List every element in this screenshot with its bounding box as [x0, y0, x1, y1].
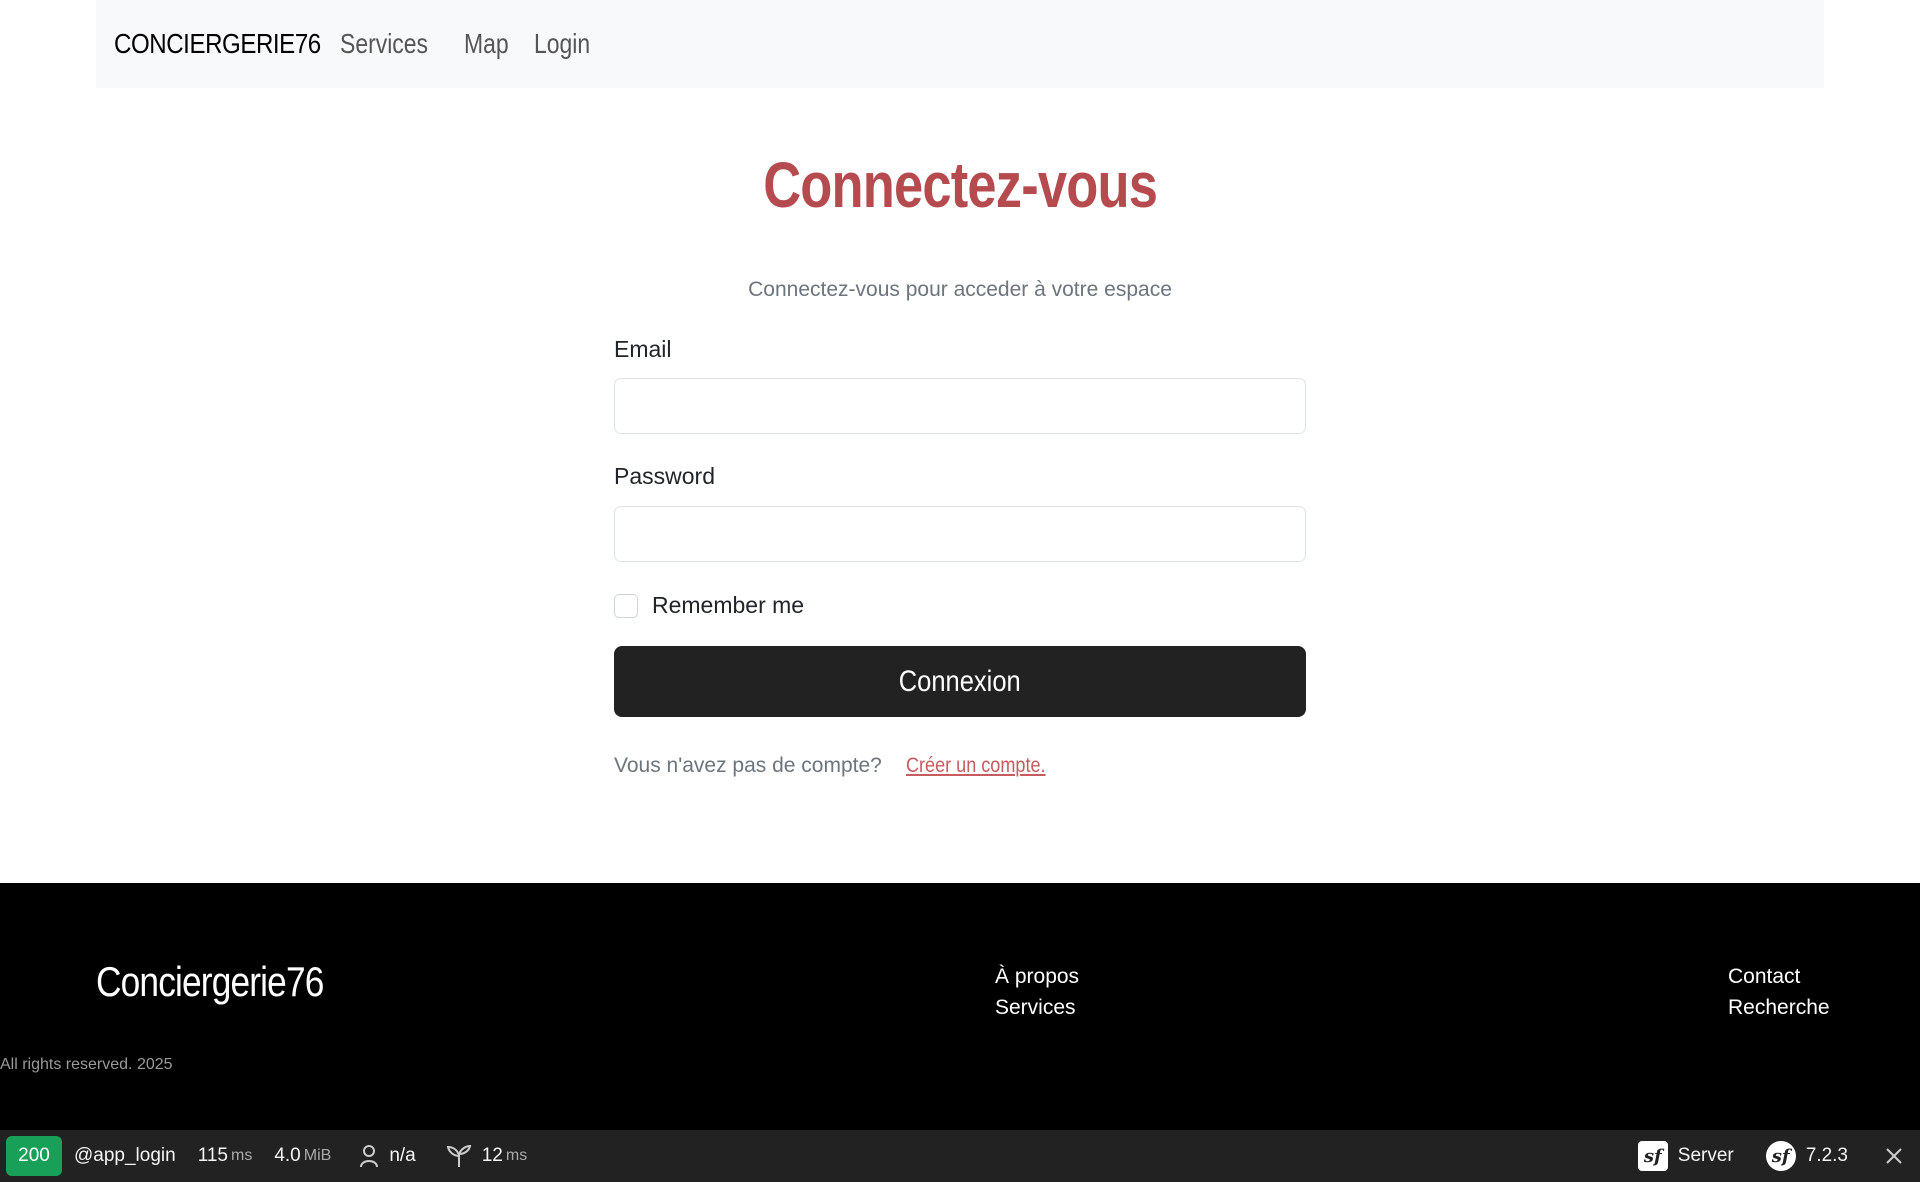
memory-unit: MiB — [303, 1147, 332, 1164]
memory-value: 4.0 — [274, 1145, 301, 1166]
footer-links-col-1: À propos Services — [995, 961, 1079, 1023]
remember-me-checkbox[interactable] — [614, 593, 638, 618]
login-submit-label: Connexion — [899, 664, 1021, 698]
twig-unit: ms — [505, 1147, 528, 1164]
status-badge[interactable]: 200 — [6, 1136, 62, 1176]
nav-link-login[interactable]: Login — [534, 28, 590, 60]
user-item[interactable]: n/a — [359, 1130, 416, 1182]
page-subtitle: Connectez-vous pour acceder à votre espa… — [748, 278, 1172, 301]
symfony-logo-icon: sf — [1637, 1141, 1668, 1171]
symfony-version: 7.2.3 — [1805, 1145, 1848, 1166]
no-account-text: Vous n'avez pas de compte? — [614, 754, 882, 777]
footer-link-services[interactable]: Services — [995, 992, 1079, 1023]
footer-links-col-2: Contact Recherche — [1728, 961, 1830, 1023]
footer-link-about[interactable]: À propos — [995, 961, 1079, 992]
nav-link-services[interactable]: Services — [340, 28, 428, 60]
symfony-logo-icon: sf — [1765, 1141, 1796, 1171]
user-icon — [359, 1144, 379, 1168]
login-submit-button[interactable]: Connexion — [614, 646, 1306, 717]
time-item[interactable]: 115 ms — [198, 1130, 253, 1182]
route-item[interactable]: @app_login — [74, 1130, 176, 1182]
debug-toolbar: 200 @app_login 115 ms 4.0 MiB n/a 12 ms — [0, 1130, 1920, 1182]
email-field[interactable] — [614, 378, 1306, 434]
time-unit: ms — [231, 1147, 253, 1164]
twig-icon — [446, 1144, 472, 1168]
password-field[interactable] — [614, 506, 1306, 562]
server-label: Server — [1677, 1145, 1734, 1166]
email-label: Email — [614, 336, 672, 362]
create-account-link[interactable]: Créer un compte. — [906, 754, 1046, 778]
remember-me-row: Remember me — [614, 592, 804, 619]
top-navbar: CONCIERGERIE76 Services Map Login — [96, 0, 1824, 88]
route-name: @app_login — [74, 1145, 176, 1166]
toolbar-right: sf Server sf 7.2.3 — [1637, 1130, 1920, 1182]
server-item[interactable]: sf Server — [1637, 1130, 1734, 1182]
version-item[interactable]: sf 7.2.3 — [1765, 1130, 1848, 1182]
close-icon[interactable] — [1882, 1147, 1906, 1165]
footer-link-search[interactable]: Recherche — [1728, 992, 1830, 1023]
remember-me-label[interactable]: Remember me — [652, 592, 804, 619]
footer-brand: Conciergerie76 — [96, 958, 324, 1005]
user-value: n/a — [389, 1145, 416, 1166]
page-title-text: Connectez-vous — [763, 149, 1158, 221]
site-footer: Conciergerie76 À propos Services Contact… — [0, 883, 1920, 1130]
nav-link-map[interactable]: Map — [464, 28, 509, 60]
time-value: 115 — [197, 1145, 228, 1166]
signup-prompt: Vous n'avez pas de compte? Créer un comp… — [614, 754, 1068, 778]
navbar-brand[interactable]: CONCIERGERIE76 — [114, 28, 321, 60]
password-label: Password — [614, 463, 715, 489]
memory-item[interactable]: 4.0 MiB — [274, 1130, 331, 1182]
twig-value: 12 — [481, 1145, 503, 1166]
copyright-text: All rights reserved. 2025 — [0, 1056, 173, 1073]
footer-link-contact[interactable]: Contact — [1728, 961, 1830, 992]
twig-item[interactable]: 12 ms — [446, 1130, 527, 1182]
page-title: Connectez-vous — [0, 148, 1920, 222]
